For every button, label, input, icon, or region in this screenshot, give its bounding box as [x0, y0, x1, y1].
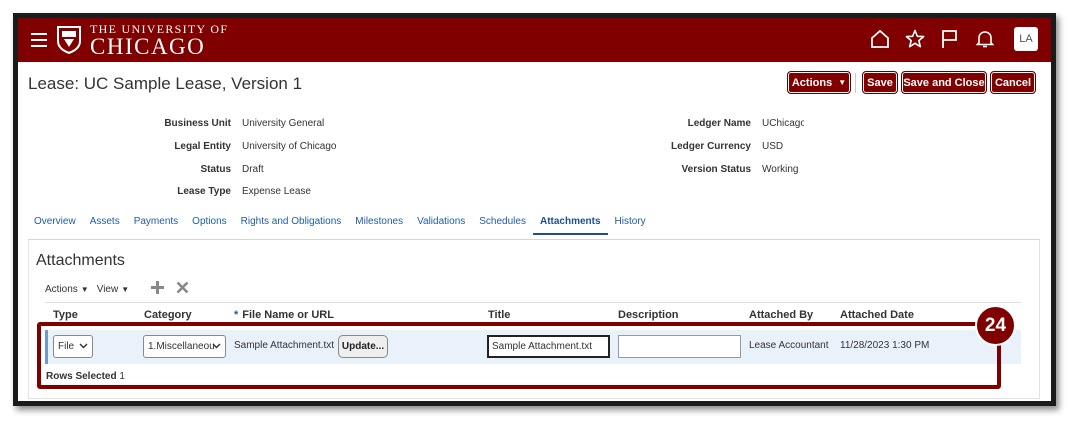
delete-icon[interactable]: [176, 281, 189, 297]
version-status-label: Version Status: [681, 164, 751, 175]
col-description: Description: [618, 309, 679, 321]
actions-button[interactable]: Actions ▼: [787, 71, 851, 94]
divider: [855, 73, 856, 93]
flag-icon[interactable]: [939, 28, 961, 50]
tab-assets[interactable]: Assets: [90, 216, 120, 235]
menu-icon[interactable]: [31, 33, 47, 47]
col-type: Type: [53, 309, 78, 321]
callout-highlight-box: [37, 322, 1001, 389]
home-icon[interactable]: [869, 28, 891, 50]
tab-validations[interactable]: Validations: [417, 216, 465, 235]
tab-payments[interactable]: Payments: [134, 216, 178, 235]
university-logo[interactable]: THE UNIVERSITY OF CHICAGO: [56, 21, 229, 59]
add-icon[interactable]: [151, 281, 165, 297]
app-window: THE UNIVERSITY OF CHICAGO LA Lease: UC S…: [18, 18, 1051, 401]
cancel-button[interactable]: Cancel: [990, 71, 1036, 94]
tab-attachments[interactable]: Attachments: [532, 216, 608, 235]
screenshot-frame: THE UNIVERSITY OF CHICAGO LA Lease: UC S…: [13, 13, 1056, 406]
col-attached-by: Attached By: [749, 309, 814, 321]
business-unit-label: Business Unit: [164, 118, 231, 129]
tab-rights-and-obligations[interactable]: Rights and Obligations: [241, 216, 342, 235]
tab-bar: Overview Assets Payments Options Rights …: [34, 216, 660, 235]
save-and-close-button[interactable]: Save and Close: [901, 71, 987, 94]
col-file-name-label: File Name or URL: [242, 309, 334, 321]
callout-badge: 24: [975, 305, 1016, 346]
logo-line-2: CHICAGO: [90, 33, 206, 59]
attachments-toolbar: Actions ▼ View ▼: [45, 281, 197, 297]
legal-entity-label: Legal Entity: [174, 141, 231, 152]
user-avatar[interactable]: LA: [1014, 27, 1038, 51]
ledger-currency-label: Ledger Currency: [670, 141, 751, 152]
attachments-heading: Attachments: [36, 252, 125, 269]
caret-down-icon: ▼: [80, 284, 89, 294]
col-attached-date: Attached Date: [840, 309, 914, 321]
ledger-name-value: UChicago: [762, 118, 804, 129]
tab-history[interactable]: History: [615, 216, 646, 235]
lease-type-label: Lease Type: [177, 186, 231, 197]
actions-button-label: Actions: [791, 76, 833, 89]
status-label: Status: [200, 164, 231, 175]
tab-schedules[interactable]: Schedules: [479, 216, 526, 235]
star-icon[interactable]: [904, 28, 926, 50]
tab-milestones[interactable]: Milestones: [355, 216, 403, 235]
caret-down-icon: ▼: [121, 284, 130, 294]
tab-overview[interactable]: Overview: [34, 216, 76, 235]
view-menu-label: View: [96, 283, 119, 295]
save-button[interactable]: Save: [862, 71, 898, 94]
ledger-name-label: Ledger Name: [687, 118, 751, 129]
col-title: Title: [488, 309, 511, 321]
actions-menu[interactable]: Actions ▼: [45, 284, 89, 295]
global-header: THE UNIVERSITY OF CHICAGO LA: [18, 18, 1051, 62]
table-top-border: [45, 302, 1021, 303]
page-title: Lease: UC Sample Lease, Version 1: [28, 74, 303, 93]
actions-menu-label: Actions: [45, 283, 78, 295]
view-menu[interactable]: View ▼: [97, 284, 129, 295]
logo-line-1: THE UNIVERSITY OF: [90, 21, 229, 36]
required-mark: *: [234, 309, 239, 321]
ledger-currency-value: USD: [762, 141, 784, 152]
tab-options[interactable]: Options: [192, 216, 226, 235]
version-status-value: Working: [762, 164, 799, 175]
lease-type-value: Expense Lease: [242, 186, 311, 197]
caret-down-icon: ▼: [838, 78, 847, 87]
legal-entity-value: University of Chicago: [242, 141, 337, 152]
business-unit-value: University General: [242, 118, 325, 129]
status-value: Draft: [242, 164, 264, 175]
shield-icon: [57, 26, 81, 54]
col-file-name: * File Name or URL: [234, 309, 334, 321]
col-category: Category: [144, 309, 192, 321]
bell-icon[interactable]: [974, 28, 996, 50]
